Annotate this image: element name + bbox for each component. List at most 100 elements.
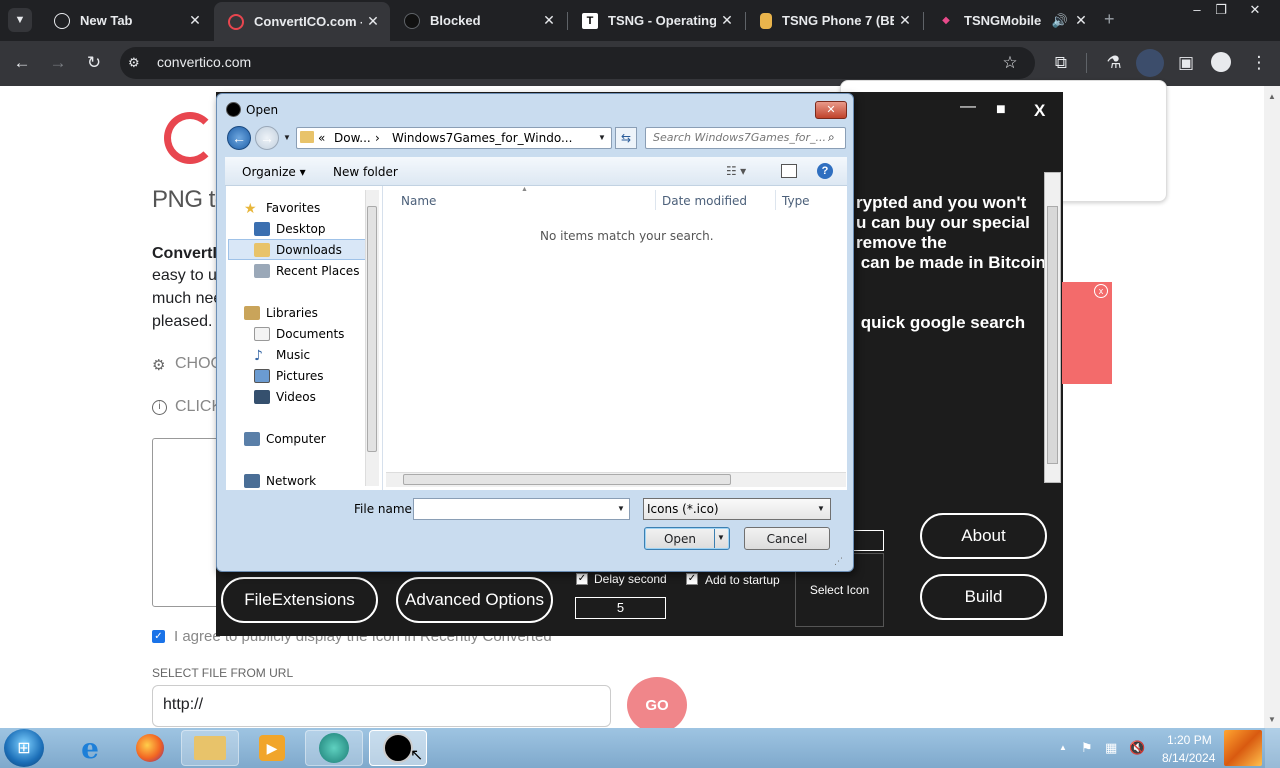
- file-name-dropdown-icon[interactable]: ▼: [617, 504, 625, 513]
- media-player-icon[interactable]: ▶: [243, 730, 301, 766]
- delay-checkbox[interactable]: ✓: [576, 573, 588, 585]
- close-icon[interactable]: ✕: [538, 12, 560, 29]
- site-info-icon[interactable]: ⚙: [128, 55, 140, 71]
- close-icon[interactable]: ✕: [1070, 12, 1092, 29]
- page-scrollbar[interactable]: [1264, 86, 1280, 728]
- file-type-dropdown-icon[interactable]: ▼: [817, 504, 825, 513]
- window-close-button[interactable]: ✕: [1240, 0, 1270, 20]
- about-button[interactable]: About: [920, 513, 1047, 559]
- column-header-date[interactable]: Date modified: [662, 194, 747, 208]
- gear-icon: ⚙: [152, 357, 166, 374]
- nav-libraries[interactable]: Libraries: [244, 302, 318, 323]
- advanced-options-button[interactable]: Advanced Options: [396, 577, 553, 623]
- tab-convertico[interactable]: ConvertICO.com - C ✕: [214, 2, 390, 41]
- nav-computer[interactable]: Computer: [244, 428, 326, 449]
- nav-scroll-thumb[interactable]: [367, 206, 377, 452]
- side-panel-icon[interactable]: ▣: [1171, 48, 1201, 78]
- forward-button[interactable]: →: [43, 48, 73, 78]
- new-tab-button[interactable]: +: [1104, 9, 1115, 30]
- build-button[interactable]: Build: [920, 574, 1047, 620]
- action-center-flag-icon[interactable]: ⚑: [1081, 740, 1093, 756]
- tab-tsng-mobile[interactable]: ◆ TSNGMobile 🔊 ✕: [924, 4, 1098, 37]
- volume-muted-icon[interactable]: 🔇: [1129, 740, 1145, 756]
- column-header-name[interactable]: Name: [401, 194, 436, 208]
- close-icon[interactable]: ✕: [716, 12, 738, 29]
- ad-close-icon[interactable]: x: [1094, 284, 1108, 298]
- agree-checkbox[interactable]: ✓: [152, 630, 165, 643]
- clock-date[interactable]: 8/14/2024: [1162, 751, 1215, 765]
- tab-search-button[interactable]: ▼: [8, 8, 32, 32]
- close-icon[interactable]: ✕: [184, 12, 206, 29]
- account-icon[interactable]: [1211, 52, 1231, 72]
- app-minimize-button[interactable]: —: [960, 98, 976, 116]
- profile-avatar-icon[interactable]: [1136, 49, 1164, 77]
- breadcrumb-downloads[interactable]: Dow...: [334, 131, 371, 145]
- extensions-icon[interactable]: ⧉: [1046, 48, 1076, 78]
- nav-pictures[interactable]: Pictures: [254, 365, 324, 386]
- breadcrumb-folder[interactable]: Windows7Games_for_Windo...: [392, 131, 572, 145]
- refresh-button[interactable]: ⇆: [615, 127, 637, 149]
- firefox-icon[interactable]: [121, 730, 179, 766]
- breadcrumb-dropdown-icon[interactable]: ▼: [598, 133, 606, 142]
- horizontal-scroll-thumb[interactable]: [403, 474, 731, 485]
- breadcrumb-overflow[interactable]: «: [318, 131, 325, 145]
- resize-grip-icon[interactable]: ⋰: [834, 556, 843, 567]
- message-scroll-thumb[interactable]: [1047, 206, 1058, 464]
- view-options-icon[interactable]: ☷ ▾: [726, 164, 746, 178]
- tab-blocked[interactable]: Blocked ✕: [390, 4, 566, 37]
- nav-downloads[interactable]: Downloads: [254, 239, 342, 260]
- clock-time[interactable]: 1:20 PM: [1167, 733, 1212, 747]
- dialog-close-button[interactable]: ✕: [815, 101, 847, 119]
- delay-value-input[interactable]: 5: [575, 597, 666, 619]
- recent-locations-arrow[interactable]: ▼: [283, 133, 291, 142]
- nav-back-button[interactable]: ←: [227, 126, 251, 150]
- url-text[interactable]: convertico.com: [157, 54, 251, 70]
- internet-explorer-icon[interactable]: e: [61, 730, 119, 766]
- file-extensions-button[interactable]: FileExtensions: [221, 577, 378, 623]
- bookmark-star-icon[interactable]: ☆: [995, 48, 1025, 78]
- start-orb-icon[interactable]: ⊞: [4, 729, 44, 767]
- go-button[interactable]: GO: [627, 677, 687, 733]
- nav-videos[interactable]: Videos: [254, 386, 316, 407]
- nav-music[interactable]: ♪ Music: [254, 344, 310, 365]
- app-maximize-button[interactable]: ■: [996, 101, 1006, 119]
- close-icon[interactable]: ✕: [362, 13, 384, 30]
- restore-button[interactable]: ❐: [1206, 0, 1236, 20]
- recent-places-icon: [254, 263, 270, 278]
- tab-tsng-os[interactable]: T TSNG - Operating S ✕: [568, 4, 744, 37]
- app-close-button[interactable]: X: [1034, 101, 1045, 121]
- nav-recent-places[interactable]: Recent Places: [254, 260, 359, 281]
- show-hidden-icons[interactable]: ▲: [1059, 743, 1067, 752]
- startup-checkbox[interactable]: ✓: [686, 573, 698, 585]
- file-explorer-icon[interactable]: [181, 730, 239, 766]
- organize-button[interactable]: Organize ▾: [242, 165, 306, 179]
- column-header-type[interactable]: Type: [782, 194, 810, 208]
- nav-documents[interactable]: Documents: [254, 323, 344, 344]
- search-icon[interactable]: ⌕: [828, 130, 835, 145]
- address-bar[interactable]: [120, 47, 1035, 79]
- nav-favorites[interactable]: ★ Favorites: [244, 197, 320, 218]
- open-dropdown-icon[interactable]: ▼: [717, 533, 725, 542]
- help-icon[interactable]: ?: [817, 163, 833, 179]
- scroll-down-arrow[interactable]: ▼: [1268, 715, 1276, 724]
- speaker-icon[interactable]: 🔊: [1050, 13, 1070, 29]
- close-icon[interactable]: ✕: [894, 12, 916, 29]
- menu-kebab-icon[interactable]: ⋮: [1244, 48, 1274, 78]
- preview-pane-icon[interactable]: [781, 164, 797, 178]
- tab-new-tab[interactable]: New Tab ✕: [40, 4, 212, 37]
- show-desktop-icon[interactable]: [1224, 730, 1262, 766]
- reload-button[interactable]: ↻: [79, 48, 109, 78]
- cancel-button[interactable]: Cancel: [744, 527, 830, 550]
- nav-forward-button[interactable]: →: [255, 126, 279, 150]
- labs-flask-icon[interactable]: ⚗: [1099, 48, 1129, 78]
- file-name-input[interactable]: [413, 498, 630, 520]
- network-tray-icon[interactable]: ▦: [1105, 740, 1117, 756]
- nav-desktop[interactable]: Desktop: [254, 218, 326, 239]
- new-folder-button[interactable]: New folder: [333, 165, 398, 179]
- app-icon[interactable]: [305, 730, 363, 766]
- tab-tsng-phone[interactable]: TSNG Phone 7 (BET ✕: [746, 4, 922, 37]
- url-input[interactable]: http://: [152, 685, 611, 727]
- scroll-up-arrow[interactable]: ▲: [1268, 92, 1276, 101]
- back-button[interactable]: ←: [7, 48, 37, 78]
- nav-network[interactable]: Network: [244, 470, 316, 491]
